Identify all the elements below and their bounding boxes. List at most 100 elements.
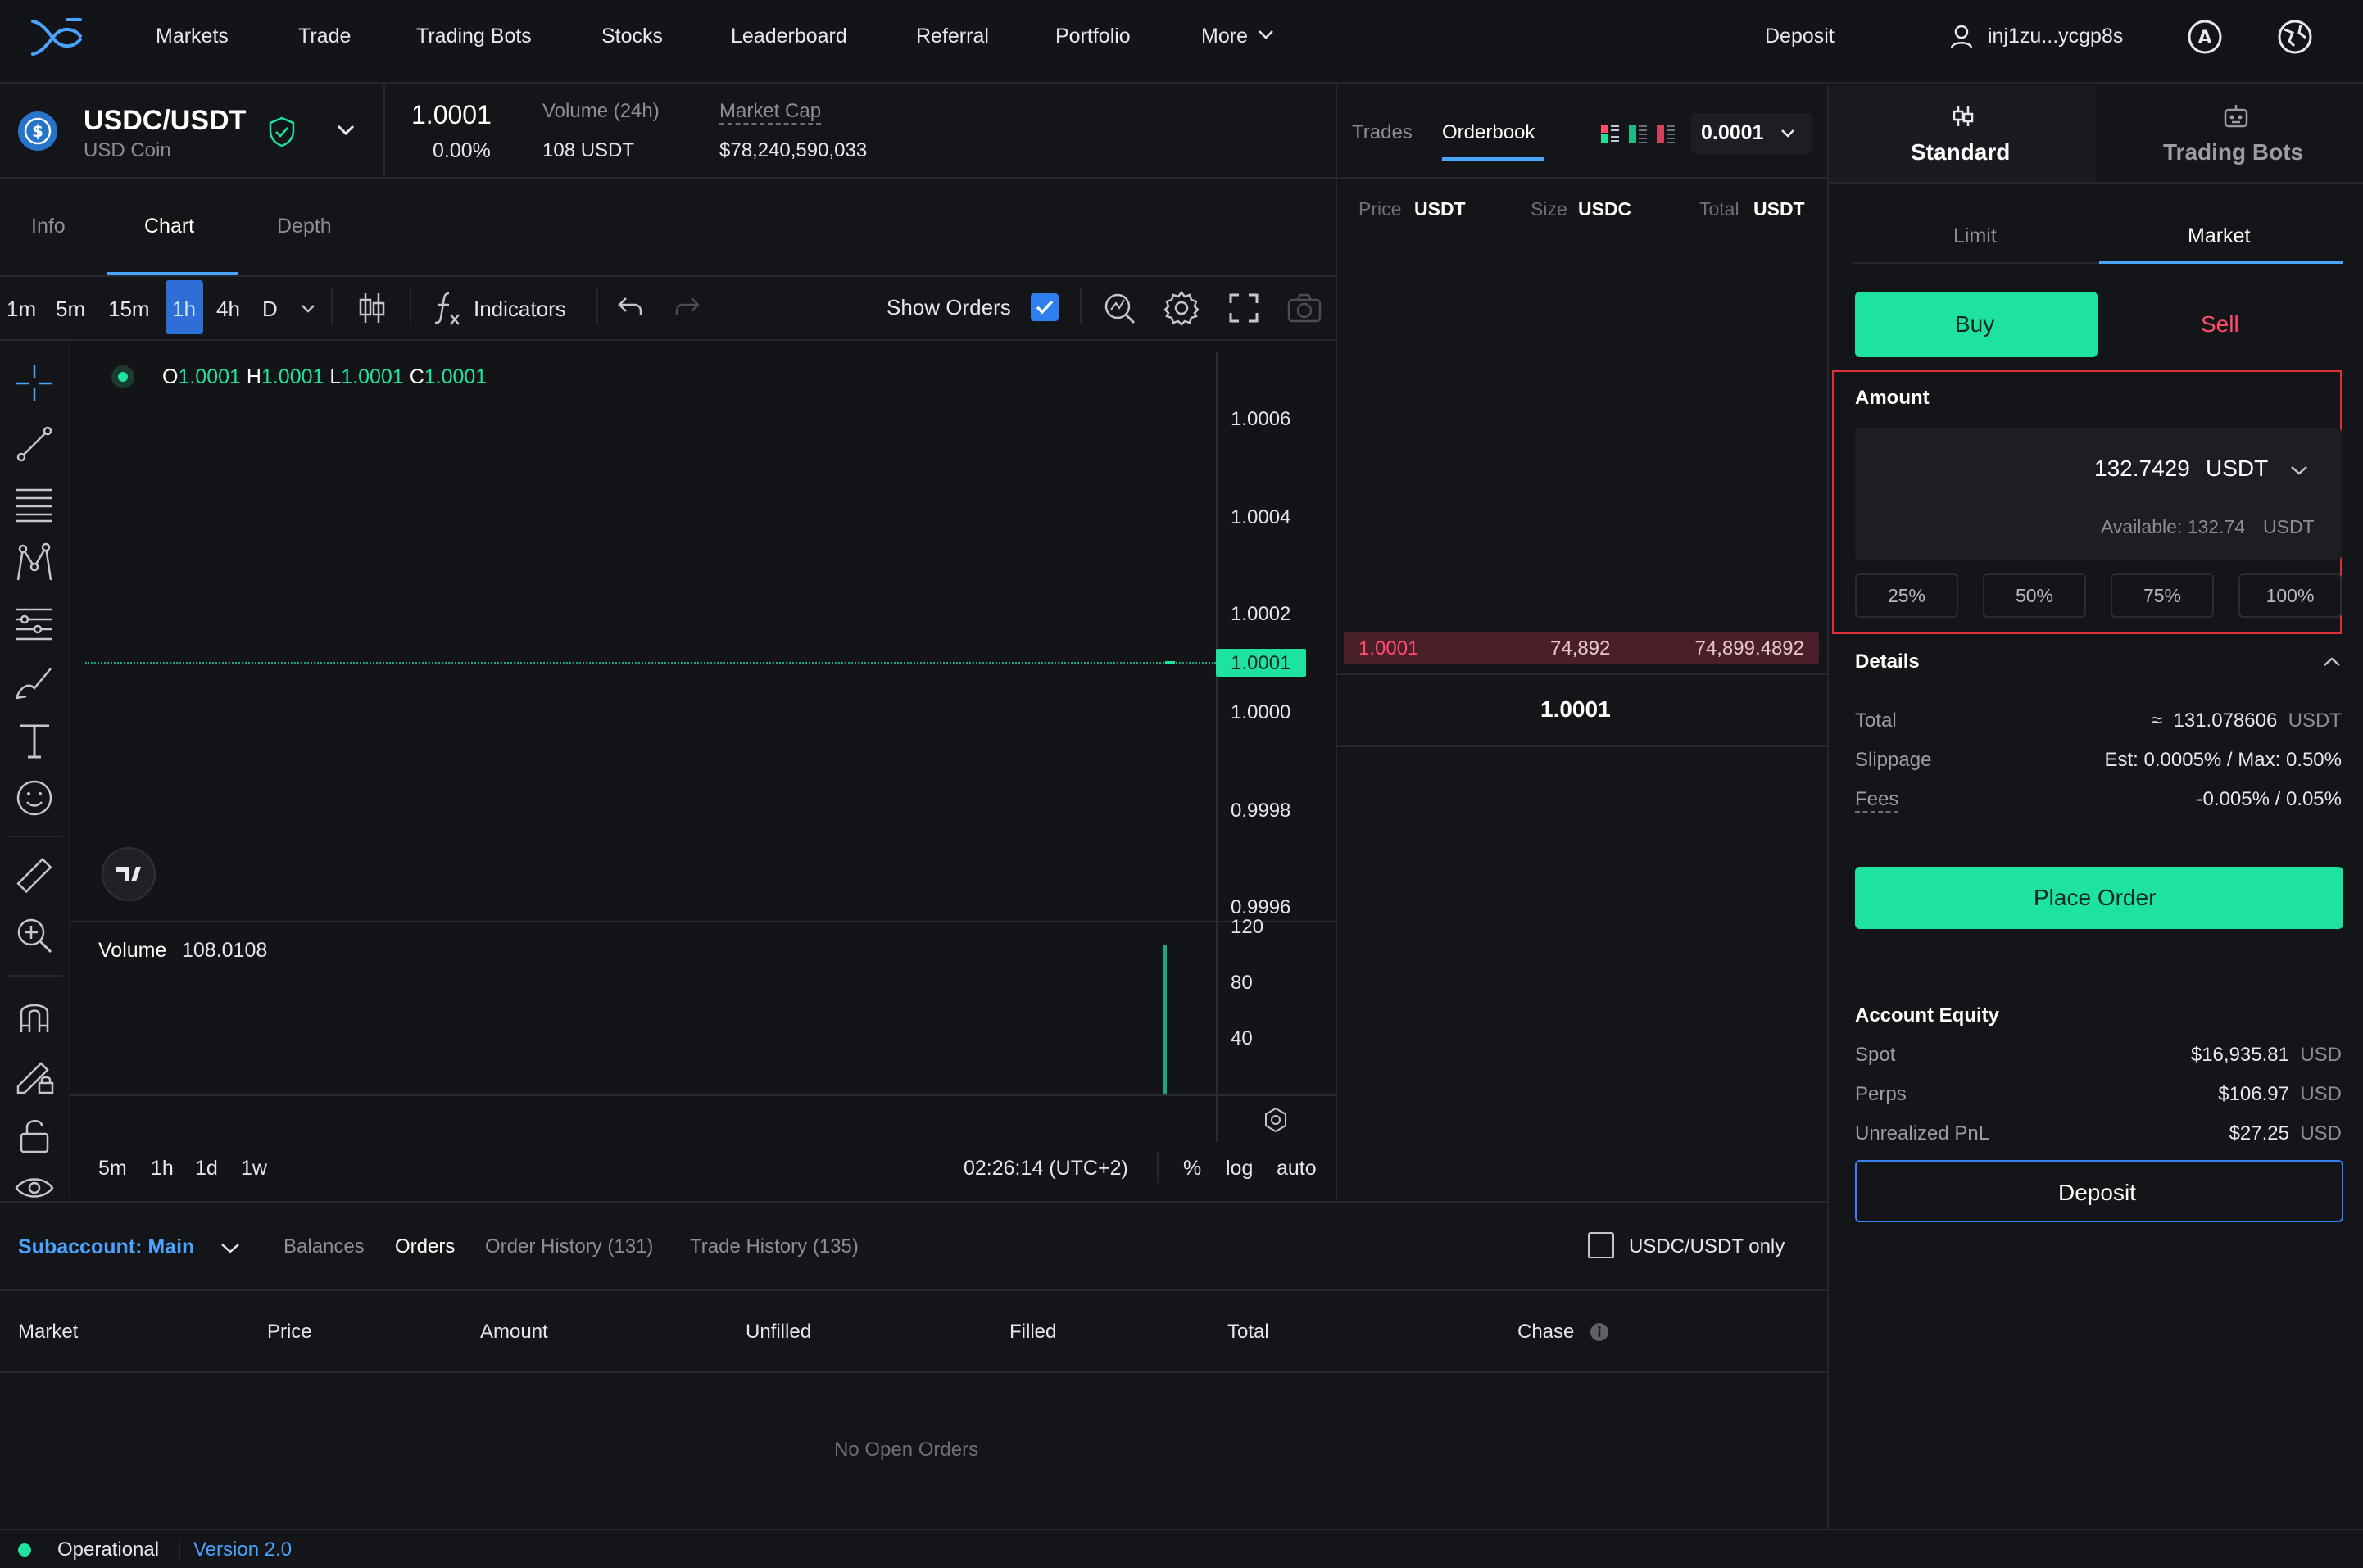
subaccount-selector[interactable]: Subaccount: Main bbox=[18, 1235, 194, 1259]
fib-lines-icon[interactable] bbox=[13, 483, 56, 526]
crosshair-icon[interactable] bbox=[13, 362, 56, 405]
mode-standard-tab[interactable] bbox=[1829, 85, 2096, 182]
nav-more[interactable]: More bbox=[1201, 25, 1248, 48]
amount-value[interactable]: 132.7429 bbox=[2094, 455, 2190, 482]
ruler-icon[interactable] bbox=[13, 855, 56, 898]
account-address[interactable]: inj1zu...ycgp8s bbox=[1988, 25, 2123, 48]
timeframe-1h[interactable]: 1h bbox=[172, 297, 196, 322]
trend-line-icon[interactable] bbox=[13, 423, 56, 465]
pair-filter-label[interactable]: USDC/USDT only bbox=[1629, 1235, 1785, 1258]
sell-button[interactable]: Sell bbox=[2201, 311, 2239, 338]
fullscreen-icon[interactable] bbox=[1227, 292, 1260, 324]
place-order-button[interactable]: Place Order bbox=[1855, 867, 2343, 929]
tab-depth[interactable]: Depth bbox=[277, 215, 332, 238]
orderbook-view-bids-icon[interactable] bbox=[1627, 123, 1649, 144]
pair-filter-checkbox[interactable] bbox=[1588, 1232, 1614, 1258]
order-type-market[interactable]: Market bbox=[2188, 224, 2250, 248]
timeframe-5m[interactable]: 5m bbox=[56, 297, 85, 322]
logo-icon[interactable] bbox=[28, 15, 85, 61]
tab-trades[interactable]: Trades bbox=[1352, 121, 1413, 144]
ask-row[interactable]: 1.0001 74,892 74,899.4892 bbox=[1344, 632, 1819, 664]
nav-leaderboard[interactable]: Leaderboard bbox=[731, 25, 847, 48]
range-5m[interactable]: 5m bbox=[98, 1157, 127, 1181]
tab-trade-history[interactable]: Trade History (135) bbox=[690, 1235, 859, 1258]
buy-button[interactable]: Buy bbox=[1855, 292, 2098, 357]
timeframe-d[interactable]: D bbox=[262, 297, 278, 322]
market-selector-chevron-icon[interactable] bbox=[336, 123, 356, 138]
indicators-fx-icon[interactable] bbox=[433, 290, 462, 326]
nav-portfolio[interactable]: Portfolio bbox=[1055, 25, 1131, 48]
mode-trading-bots-label[interactable]: Trading Bots bbox=[2163, 139, 2303, 165]
slippage-value[interactable]: Est: 0.0005% / Max: 0.50% bbox=[2105, 749, 2343, 772]
amount-input[interactable] bbox=[1855, 428, 2342, 560]
pattern-icon[interactable] bbox=[13, 542, 56, 585]
timeframe-dropdown-icon[interactable] bbox=[300, 303, 316, 315]
indicators-button[interactable]: Indicators bbox=[474, 297, 566, 322]
language-icon[interactable]: A bbox=[2186, 18, 2224, 56]
magnet-icon[interactable] bbox=[13, 995, 56, 1037]
subaccount-chevron-icon[interactable] bbox=[220, 1242, 241, 1255]
market-pair[interactable]: USDC/USDT bbox=[84, 105, 246, 137]
market-cap-label[interactable]: Market Cap bbox=[719, 100, 822, 125]
nav-referral[interactable]: Referral bbox=[916, 25, 989, 48]
tradingview-logo-icon[interactable] bbox=[102, 847, 156, 901]
globe-icon[interactable] bbox=[2276, 18, 2314, 56]
timeframe-1m[interactable]: 1m bbox=[7, 297, 36, 322]
tab-info[interactable]: Info bbox=[31, 215, 66, 238]
nav-trading-bots[interactable]: Trading Bots bbox=[416, 25, 532, 48]
nav-trade[interactable]: Trade bbox=[298, 25, 351, 48]
settings-gear-icon[interactable] bbox=[1163, 290, 1200, 326]
chevron-up-icon[interactable] bbox=[2322, 655, 2342, 668]
chevron-down-icon[interactable] bbox=[1257, 28, 1275, 41]
auto-scale-toggle[interactable]: auto bbox=[1277, 1157, 1317, 1181]
chart-search-icon[interactable] bbox=[1101, 290, 1137, 326]
redo-icon[interactable] bbox=[674, 295, 701, 319]
deposit-button[interactable]: Deposit bbox=[1855, 1160, 2343, 1222]
percent-75-button[interactable]: 75% bbox=[2111, 573, 2214, 618]
unlock-icon[interactable] bbox=[13, 1114, 56, 1157]
version-link[interactable]: Version 2.0 bbox=[193, 1539, 292, 1561]
zoom-in-icon[interactable] bbox=[13, 914, 56, 957]
percent-100-button[interactable]: 100% bbox=[2238, 573, 2342, 618]
percent-scale-toggle[interactable]: % bbox=[1183, 1157, 1201, 1181]
show-orders-checkbox[interactable] bbox=[1031, 293, 1059, 321]
tab-chart[interactable]: Chart bbox=[144, 215, 194, 238]
percent-50-button[interactable]: 50% bbox=[1983, 573, 2086, 618]
timeframe-15m[interactable]: 15m bbox=[108, 297, 150, 322]
amount-unit-chevron-icon[interactable] bbox=[2289, 464, 2309, 477]
camera-icon[interactable] bbox=[1286, 292, 1322, 324]
axis-settings-icon[interactable] bbox=[1262, 1106, 1290, 1134]
tab-order-history[interactable]: Order History (131) bbox=[485, 1235, 653, 1258]
emoji-icon[interactable] bbox=[13, 777, 56, 819]
tab-orderbook[interactable]: Orderbook bbox=[1442, 121, 1535, 144]
precision-chevron-icon[interactable] bbox=[1780, 128, 1796, 139]
log-scale-toggle[interactable]: log bbox=[1226, 1157, 1253, 1181]
amount-unit[interactable]: USDT bbox=[2206, 455, 2268, 482]
percent-25-button[interactable]: 25% bbox=[1855, 573, 1958, 618]
orderbook-view-asks-icon[interactable] bbox=[1655, 123, 1676, 144]
nav-stocks[interactable]: Stocks bbox=[601, 25, 663, 48]
chart-clock[interactable]: 02:26:14 (UTC+2) bbox=[964, 1157, 1128, 1181]
tab-balances[interactable]: Balances bbox=[283, 1235, 365, 1258]
timeframe-4h[interactable]: 4h bbox=[216, 297, 240, 322]
brush-icon[interactable] bbox=[13, 660, 56, 703]
details-label[interactable]: Details bbox=[1855, 650, 1920, 673]
info-icon[interactable] bbox=[1590, 1322, 1609, 1342]
range-1d[interactable]: 1d bbox=[195, 1157, 218, 1181]
deposit-link[interactable]: Deposit bbox=[1765, 25, 1835, 48]
candle-type-icon[interactable] bbox=[357, 292, 387, 324]
status-operational[interactable]: Operational bbox=[57, 1539, 159, 1561]
order-type-limit[interactable]: Limit bbox=[1953, 224, 1997, 248]
range-1w[interactable]: 1w bbox=[241, 1157, 267, 1181]
chart-area[interactable] bbox=[70, 341, 1336, 1199]
fees-label[interactable]: Fees bbox=[1855, 788, 1899, 813]
mode-standard-label[interactable]: Standard bbox=[1911, 139, 2010, 165]
orderbook-view-both-icon[interactable] bbox=[1599, 123, 1621, 144]
text-tool-icon[interactable] bbox=[13, 719, 56, 762]
lock-drawings-icon[interactable] bbox=[13, 1054, 56, 1096]
undo-icon[interactable] bbox=[616, 295, 644, 319]
nav-markets[interactable]: Markets bbox=[156, 25, 229, 48]
range-1h[interactable]: 1h bbox=[151, 1157, 174, 1181]
precision-value[interactable]: 0.0001 bbox=[1701, 121, 1763, 145]
tab-orders[interactable]: Orders bbox=[395, 1235, 455, 1258]
